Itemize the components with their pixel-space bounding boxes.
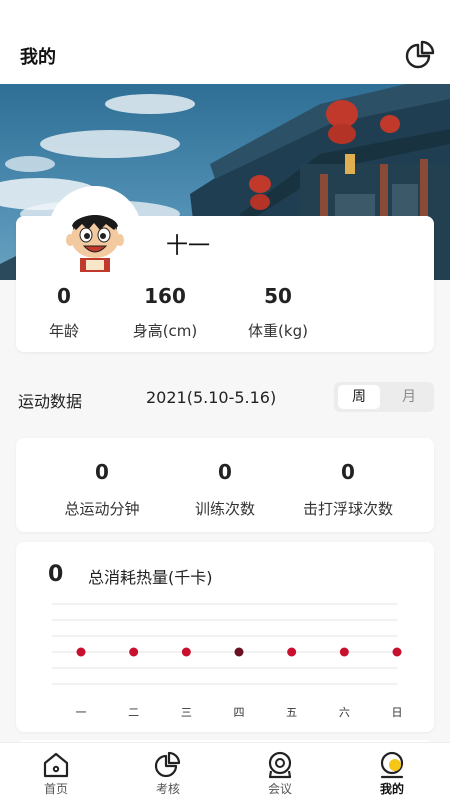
home-icon bbox=[42, 751, 70, 779]
tab-assessment[interactable]: 考核 bbox=[128, 743, 208, 800]
stat-age-label: 年龄 bbox=[48, 322, 79, 340]
section-title: 运动数据 bbox=[18, 392, 83, 411]
stat-weight-value: 50 bbox=[264, 284, 292, 308]
stat-height: 160 身高(cm) bbox=[120, 284, 210, 341]
tab-assessment-label: 考核 bbox=[155, 782, 180, 796]
stat-age-value: 0 bbox=[57, 284, 71, 308]
stat-age: 0 年龄 bbox=[38, 284, 90, 341]
count-trainings-label: 训练次数 bbox=[194, 500, 255, 518]
calorie-point bbox=[392, 647, 402, 657]
tab-meeting-label: 会议 bbox=[267, 782, 292, 796]
weekday-label: 四 bbox=[234, 706, 245, 719]
calorie-point bbox=[76, 647, 86, 657]
calorie-point bbox=[181, 647, 191, 657]
pie-chart-icon[interactable] bbox=[404, 40, 436, 70]
pie-chart-icon bbox=[154, 751, 182, 779]
period-toggle: 周 月 bbox=[334, 382, 434, 412]
app-header: 我的 bbox=[0, 0, 450, 84]
tab-home-label: 首页 bbox=[43, 782, 68, 796]
avatar[interactable] bbox=[48, 186, 142, 280]
count-hits: 0 击打浮球次数 bbox=[278, 460, 418, 519]
tab-mine-label: 我的 bbox=[379, 782, 404, 796]
tab-meeting[interactable]: 会议 bbox=[240, 743, 320, 800]
stat-weight: 50 体重(kg) bbox=[236, 284, 320, 341]
weekday-label: 五 bbox=[286, 706, 297, 719]
bottom-tab-bar: 首页 考核 会议 我的 bbox=[0, 742, 450, 800]
calorie-point bbox=[339, 647, 349, 657]
count-hits-label: 击打浮球次数 bbox=[302, 500, 393, 518]
count-minutes: 0 总运动分钟 bbox=[32, 460, 172, 519]
tab-mine[interactable]: 我的 bbox=[352, 743, 432, 800]
weekday-label: 二 bbox=[128, 706, 139, 719]
stat-height-value: 160 bbox=[144, 284, 186, 308]
calorie-point bbox=[287, 647, 297, 657]
count-minutes-label: 总运动分钟 bbox=[64, 500, 140, 518]
calories-week-chart: 一二三四五六日 bbox=[52, 603, 403, 719]
nickname: 十一 bbox=[166, 234, 211, 259]
toggle-week[interactable]: 周 bbox=[338, 385, 380, 409]
stat-height-label: 身高(cm) bbox=[132, 322, 198, 340]
tab-home[interactable]: 首页 bbox=[16, 743, 96, 800]
user-icon bbox=[378, 751, 406, 779]
count-trainings-value: 0 bbox=[218, 460, 232, 484]
count-trainings: 0 训练次数 bbox=[155, 460, 295, 519]
weekday-label: 三 bbox=[181, 706, 192, 719]
count-hits-value: 0 bbox=[341, 460, 355, 484]
calories-card: 0 总消耗热量(千卡) 一二三四五六日 bbox=[16, 542, 434, 732]
weekday-label: 一 bbox=[76, 706, 87, 719]
profile-page: 我的 十一 0 年龄 160 身高(cm) 50 体重(kg) 运动数据 202… bbox=[0, 0, 450, 800]
stat-weight-label: 体重(kg) bbox=[248, 322, 308, 340]
count-minutes-value: 0 bbox=[95, 460, 109, 484]
toggle-month[interactable]: 月 bbox=[388, 385, 430, 409]
calorie-point bbox=[129, 647, 139, 657]
page-title: 我的 bbox=[20, 47, 56, 68]
exercise-section-header: 运动数据 2021(5.10-5.16) 周 月 bbox=[0, 378, 450, 418]
weekday-label: 日 bbox=[392, 706, 403, 719]
calorie-point bbox=[234, 647, 244, 657]
webcam-icon bbox=[266, 751, 294, 779]
weekday-label: 六 bbox=[339, 706, 350, 719]
date-range: 2021(5.10-5.16) bbox=[146, 388, 277, 407]
